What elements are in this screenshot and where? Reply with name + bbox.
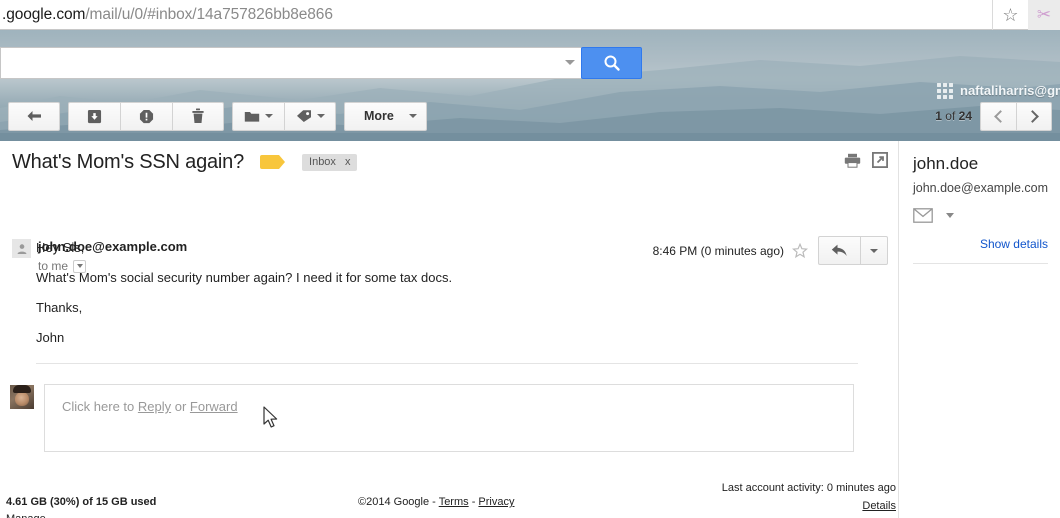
labels-button[interactable] <box>284 101 336 131</box>
url-field[interactable]: .google.com/mail/u/0/#inbox/14a757826bb8… <box>0 0 992 30</box>
message-line-3: Thanks, <box>36 300 83 315</box>
back-arrow-icon <box>27 110 41 121</box>
account-activity: Last account activity: 0 minutes ago Det… <box>516 481 896 514</box>
move-to-button[interactable] <box>232 101 284 131</box>
message-line-2: What's Mom's social security number agai… <box>36 270 453 285</box>
pagination-count: 1 of 24 <box>935 109 972 123</box>
message-toolbar: More <box>0 99 427 133</box>
message-body: Hey Sis, What's Mom's social security nu… <box>36 240 856 360</box>
labels-chevron-down-icon <box>316 114 325 118</box>
bookmark-star-icon[interactable]: ☆ <box>992 0 1028 30</box>
pagination-separator: of <box>941 109 959 123</box>
user-photo-avatar <box>10 385 34 409</box>
storage-usage: 4.61 GB (30%) of 15 GB used <box>6 496 157 508</box>
copyright-line: ©2014 Google - Terms - Privacy <box>358 496 514 508</box>
manage-storage-link[interactable]: Manage <box>6 513 46 518</box>
open-in-new-window-icon[interactable] <box>872 152 888 168</box>
message-actions <box>844 152 888 168</box>
chevron-down-icon <box>870 248 878 253</box>
folder-icon <box>244 111 260 122</box>
previous-message-button[interactable] <box>980 101 1016 131</box>
label-tag-icon[interactable] <box>260 155 286 169</box>
page-footer: 4.61 GB (30%) of 15 GB used Manage ©2014… <box>0 470 898 518</box>
privacy-link[interactable]: Privacy <box>478 496 514 508</box>
exclamation-octagon-icon <box>139 109 154 123</box>
scissors-icon[interactable]: ✂ <box>1028 0 1060 30</box>
contact-menu-chevron-down-icon[interactable] <box>946 213 954 218</box>
subject-row: What's Mom's SSN again? Inbox x <box>0 141 898 183</box>
pagination: 1 of 24 <box>935 99 1052 133</box>
organize-group <box>232 101 336 131</box>
envelope-icon[interactable] <box>913 208 933 223</box>
conversation-view: What's Mom's SSN again? Inbox x john.doe… <box>0 141 898 518</box>
more-group: More <box>344 101 427 131</box>
contact-email: john.doe@example.com <box>913 181 1048 195</box>
more-button[interactable]: More <box>344 101 427 131</box>
message-header: john.doe@example.com to me 8:46 PM (0 mi… <box>0 183 898 273</box>
chevron-left-icon <box>993 109 1007 123</box>
account-name[interactable]: naftaliharris@gm <box>960 83 1060 98</box>
reply-options-button[interactable] <box>860 236 888 265</box>
archive-box-icon <box>87 109 102 123</box>
message-line-4: John <box>36 330 65 345</box>
back-group <box>8 101 60 131</box>
more-chevron-down-icon <box>408 114 417 118</box>
contact-actions <box>913 208 1048 223</box>
reply-prompt: Click here to Reply or Forward <box>62 399 238 414</box>
tag-icon <box>296 110 311 122</box>
search-input[interactable] <box>1 49 581 77</box>
more-label: More <box>364 109 394 123</box>
move-to-chevron-down-icon <box>265 114 273 118</box>
page-title: What's Mom's SSN again? <box>12 150 245 173</box>
inbox-chip-label: Inbox <box>309 156 336 168</box>
search-options-chevron-down-icon[interactable] <box>565 60 575 65</box>
copyright-separator: - <box>468 496 479 508</box>
copyright-text: ©2014 Google - <box>358 496 439 508</box>
printer-icon[interactable] <box>844 153 861 168</box>
url-path: /mail/u/0/#inbox/14a757826bb8e866 <box>85 5 333 23</box>
next-message-button[interactable] <box>1016 101 1052 131</box>
activity-details-link[interactable]: Details <box>862 500 896 512</box>
mouse-cursor <box>263 406 278 428</box>
delete-button[interactable] <box>172 101 224 131</box>
sender-avatar[interactable] <box>12 239 31 258</box>
reply-prompt-prefix: Click here to <box>62 399 138 414</box>
search-button[interactable] <box>581 47 642 79</box>
pagination-current: 1 <box>935 109 942 123</box>
search-bar <box>0 47 648 79</box>
browser-address-bar: .google.com/mail/u/0/#inbox/14a757826bb8… <box>0 0 1060 30</box>
terms-link[interactable]: Terms <box>439 496 469 508</box>
sidebar-divider <box>913 263 1048 264</box>
forward-link[interactable]: Forward <box>190 399 238 414</box>
storage-info: 4.61 GB (30%) of 15 GB used Manage <box>6 496 156 518</box>
contact-sidebar: john.doe john.doe@example.com Show detai… <box>898 141 1060 518</box>
reply-prompt-middle: or <box>171 399 190 414</box>
chevron-right-icon <box>1026 109 1039 123</box>
inbox-label-chip[interactable]: Inbox x <box>302 153 358 171</box>
last-activity-text: Last account activity: 0 minutes ago <box>721 482 896 494</box>
magnifier-icon <box>604 55 620 71</box>
contact-name: john.doe <box>913 154 979 173</box>
person-silhouette-icon <box>17 243 26 254</box>
message-actions-group <box>68 101 224 131</box>
search-field[interactable] <box>0 47 581 79</box>
pagination-total: 24 <box>958 109 972 123</box>
back-to-inbox-button[interactable] <box>8 101 60 131</box>
show-details-link[interactable]: Show details <box>913 237 1048 251</box>
reply-box[interactable]: Click here to Reply or Forward <box>44 384 854 452</box>
remove-label-x-icon[interactable]: x <box>345 156 351 168</box>
trash-icon <box>192 108 204 123</box>
reply-link[interactable]: Reply <box>138 399 171 414</box>
archive-button[interactable] <box>68 101 120 131</box>
message-line-1: Hey Sis, <box>36 240 85 255</box>
reply-area: Click here to Reply or Forward <box>10 384 854 452</box>
gmail-conversation-page: .google.com/mail/u/0/#inbox/14a757826bb8… <box>0 0 1060 518</box>
report-spam-button[interactable] <box>120 101 172 131</box>
divider <box>36 363 858 364</box>
url-host: .google.com <box>2 5 86 23</box>
